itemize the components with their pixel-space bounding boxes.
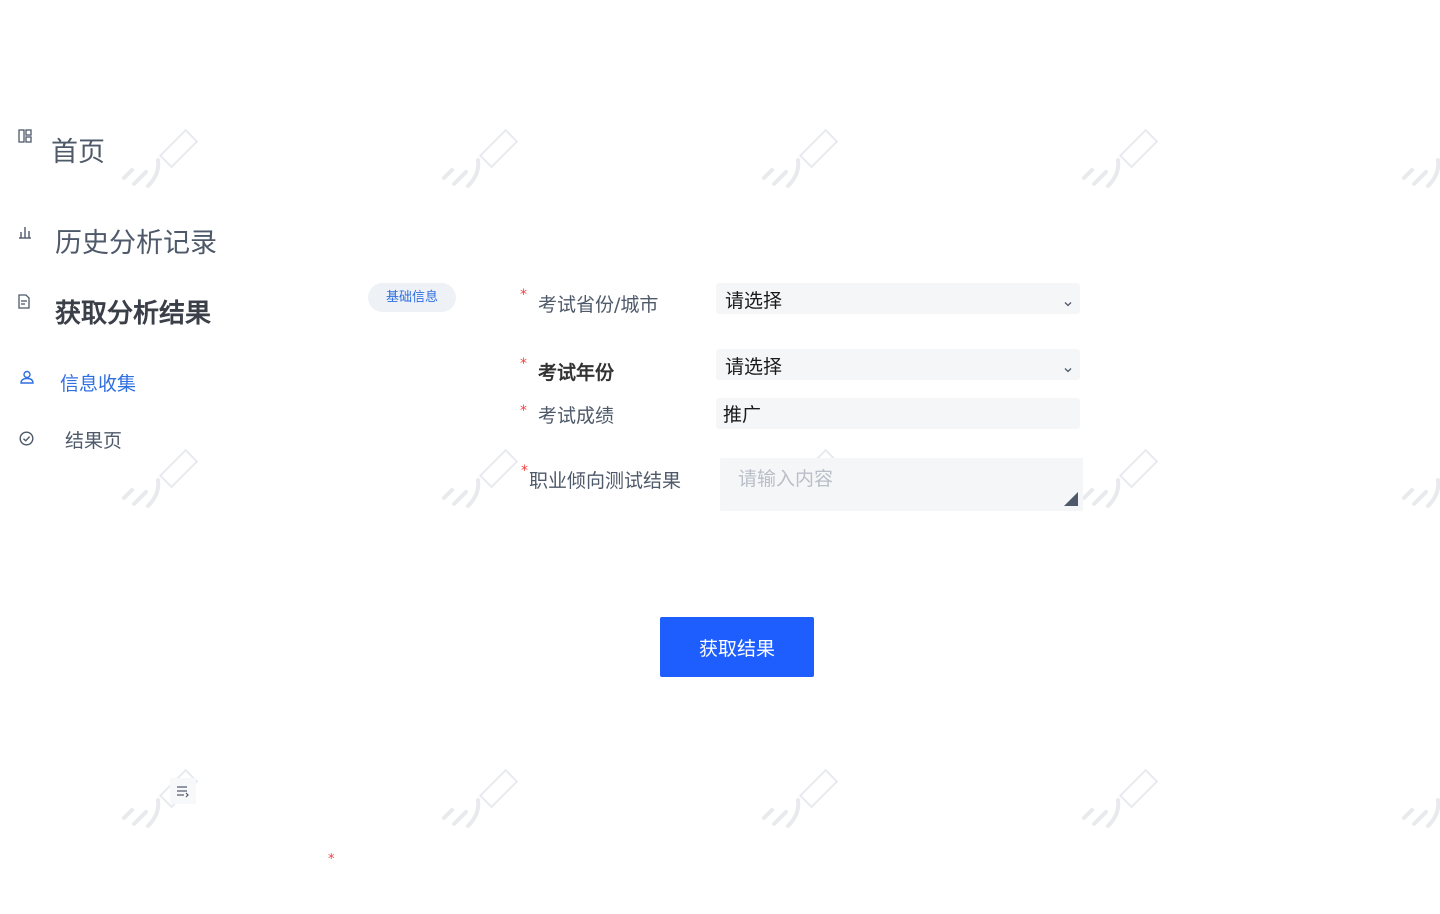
watermark-logo	[758, 760, 848, 830]
required-mark: *	[520, 403, 527, 419]
province-label: 考试省份/城市	[538, 294, 659, 316]
watermark-logo	[1078, 120, 1168, 190]
required-mark: *	[520, 287, 527, 303]
sidebar-item-label: 首页	[51, 137, 105, 168]
year-select-value: 请选择	[725, 356, 783, 378]
resize-handle-icon[interactable]	[1064, 491, 1078, 506]
province-select-value: 请选择	[725, 290, 783, 312]
career-test-label: 职业倾向测试结果	[529, 470, 682, 492]
user-icon	[20, 370, 34, 384]
chevron-down-icon	[1063, 294, 1073, 307]
year-label: 考试年份	[538, 362, 615, 384]
sidebar-item-home[interactable]: 首页	[0, 125, 130, 170]
list-menu-button[interactable]	[170, 778, 196, 804]
watermark-logo	[438, 760, 528, 830]
career-test-textarea[interactable]	[720, 458, 1083, 511]
bar-chart-icon	[18, 225, 32, 239]
year-select[interactable]: 请选择	[716, 349, 1080, 380]
sidebar-item-get-results[interactable]: 获取分析结果	[0, 290, 240, 335]
required-mark: *	[520, 356, 527, 372]
watermark-logo	[438, 440, 528, 510]
watermark-logo	[1078, 440, 1168, 510]
watermark-logo	[1398, 440, 1440, 510]
sidebar-item-label: 获取分析结果	[55, 299, 212, 329]
sidebar-item-label: 结果页	[65, 430, 123, 452]
sidebar-item-results-page[interactable]: 结果页	[0, 423, 160, 457]
get-result-button[interactable]: 获取结果	[660, 617, 814, 677]
score-input[interactable]	[716, 398, 1080, 429]
document-icon	[18, 294, 30, 309]
section-tag: 基础信息	[368, 283, 456, 312]
check-circle-icon	[19, 431, 34, 446]
required-mark: *	[521, 463, 528, 479]
watermark-logo	[1398, 120, 1440, 190]
sidebar-item-history[interactable]: 历史分析记录	[0, 216, 240, 261]
watermark-logo	[1078, 760, 1168, 830]
watermark-logo	[438, 120, 528, 190]
sidebar-item-label: 历史分析记录	[55, 228, 217, 259]
province-select[interactable]: 请选择	[716, 283, 1080, 314]
watermark-logo	[118, 120, 208, 190]
watermark-logo	[1398, 760, 1440, 830]
score-label: 考试成绩	[538, 405, 615, 427]
required-mark: *	[328, 852, 335, 867]
sidebar-item-info-collection[interactable]: 信息收集	[0, 366, 160, 400]
chevron-down-icon	[1063, 360, 1073, 373]
sidebar-item-label: 信息收集	[60, 373, 137, 395]
watermark-logo	[758, 120, 848, 190]
dashboard-icon	[18, 129, 32, 143]
